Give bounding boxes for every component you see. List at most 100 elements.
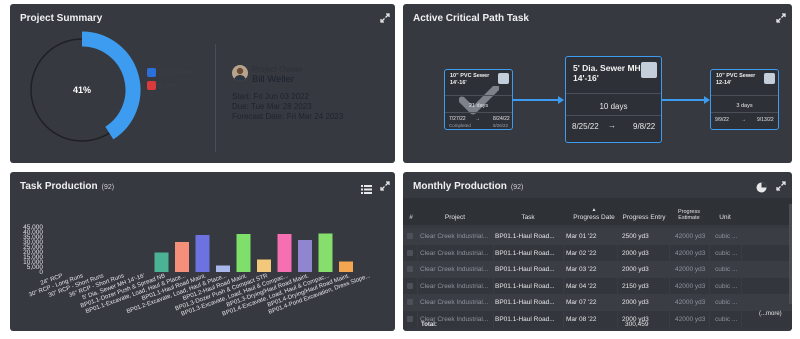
arrow-icon: → <box>475 116 480 122</box>
column-separator <box>493 261 494 279</box>
task-start: 7/27/22 <box>449 116 466 122</box>
table-cell: Mar 01 '22 <box>566 233 597 240</box>
column-separator <box>617 228 618 246</box>
column-separator <box>493 310 494 329</box>
task-duration: 21 days <box>468 103 489 109</box>
table-row[interactable]: Clear Creek Industrial... BP01.1-Haul Roa… <box>403 294 792 312</box>
entry-count: (92) <box>510 184 524 191</box>
table-cell: 42000 yd3 <box>675 233 706 240</box>
table-cell: BP01.1-Haul Road... <box>495 233 555 240</box>
table-cell: cubic ... <box>715 315 738 323</box>
table-cell: 42000 yd3 <box>675 249 706 257</box>
task-card-previous[interactable]: 10" PVC Sewer 14'-16' 21 days 7/27/22 → … <box>444 69 513 130</box>
table-row[interactable]: Clear Creek Industrial... BP01.1-Haul Roa… <box>403 277 792 296</box>
bar <box>216 265 230 272</box>
sort-asc-icon: ▲ <box>591 207 597 213</box>
bar <box>236 234 251 272</box>
task-start: 9/9/22 <box>715 117 729 123</box>
pie-chart-icon[interactable] <box>756 180 767 193</box>
table-cell: Mar 03 '22 <box>566 266 597 273</box>
column-separator <box>617 277 618 296</box>
col-progress-entry[interactable]: Progress Entry <box>617 214 671 221</box>
table-row[interactable]: Clear Creek Industrial... BP01.1-Haul Roa… <box>403 310 792 329</box>
row-select-checkbox[interactable] <box>407 249 413 256</box>
task-end: 8/24/22 <box>493 116 510 122</box>
row-select-checkbox[interactable] <box>407 299 413 305</box>
monthly-production-title-text: Monthly Production <box>413 181 507 192</box>
col-unit[interactable]: Unit <box>709 214 741 221</box>
bar <box>298 240 312 272</box>
legend-label: 1 of 34 done <box>160 69 194 76</box>
table-cell: Clear Creek Industrial... <box>420 266 489 273</box>
column-separator <box>741 228 742 246</box>
table-cell: Clear Creek Industrial... <box>420 233 489 240</box>
col-project[interactable]: Project <box>417 214 493 221</box>
row-select-checkbox[interactable] <box>407 282 413 289</box>
progress-donut: 41% <box>22 30 142 150</box>
column-separator <box>563 277 564 296</box>
expand-icon[interactable] <box>776 13 786 23</box>
y-tick-label: 0 <box>39 269 43 276</box>
owner-name: Bill Weller <box>252 74 295 85</box>
column-separator <box>741 277 742 296</box>
task-separator <box>711 112 778 113</box>
table-cell: BP01.1-Haul Road... <box>495 249 555 257</box>
table-cell: 42000 yd3 <box>675 299 706 306</box>
task-name-depth: 12-14' <box>716 80 732 86</box>
col-index[interactable]: # <box>407 214 415 221</box>
column-separator <box>709 310 710 329</box>
col-progress-date[interactable]: ▲ Progress Date <box>563 207 625 221</box>
column-separator <box>617 244 618 263</box>
total-value: 300,459 <box>625 321 649 328</box>
table-cell: BP01.1-Haul Road... <box>495 282 555 290</box>
column-separator <box>563 261 564 279</box>
table-cell: Mar 04 '22 <box>566 282 597 290</box>
row-select-checkbox[interactable] <box>407 315 413 322</box>
col-progress-estimate[interactable]: Progress Estimate <box>669 209 709 221</box>
task-duration: 3 days <box>736 103 753 109</box>
table-row[interactable]: Clear Creek Industrial... BP01.1-Haul Roa… <box>403 228 792 246</box>
dependency-arrow <box>558 96 564 104</box>
legend-item-late: 1 late <box>147 81 175 90</box>
task-card-active[interactable]: 5' Dia. Sewer MH 14'-16' 10 days 8/25/22… <box>565 56 662 143</box>
bar <box>318 233 333 272</box>
table-cell: cubic ... <box>715 266 738 273</box>
column-separator <box>493 228 494 246</box>
monthly-production-panel: Monthly Production (92) # Project Task ▲ … <box>403 172 792 331</box>
task-duration: 10 days <box>599 102 628 111</box>
assignee-avatar <box>641 62 657 78</box>
column-separator <box>669 261 670 279</box>
row-select-checkbox[interactable] <box>407 266 413 272</box>
dependency-line <box>662 99 705 101</box>
column-separator <box>563 228 564 246</box>
bar <box>339 261 353 272</box>
task-actual-end: 8/26/22 <box>493 123 509 128</box>
project-summary-panel: Project Summary 41% 1 of 34 done 1 late … <box>10 4 395 163</box>
row-select-checkbox[interactable] <box>407 233 413 239</box>
expand-icon[interactable] <box>380 13 390 23</box>
column-separator <box>709 294 710 312</box>
table-cell: 42000 yd3 <box>675 266 706 273</box>
table-cell: cubic ... <box>715 282 738 290</box>
legend-label: 1 late <box>160 82 175 89</box>
bar <box>257 259 271 272</box>
table-header: # Project Task ▲ Progress Date Progress … <box>403 198 792 225</box>
task-card-next[interactable]: 10" PVC Sewer 12-14' 3 days 9/9/22 → 9/1… <box>710 69 779 130</box>
table-row[interactable]: Clear Creek Industrial... BP01.1-Haul Roa… <box>403 244 792 263</box>
table-cell: BP01.1-Haul Road... <box>495 266 555 273</box>
column-separator <box>417 294 418 312</box>
task-separator <box>566 115 661 116</box>
column-separator <box>669 228 670 246</box>
table-row[interactable]: Clear Creek Industrial... BP01.1-Haul Roa… <box>403 261 792 279</box>
expand-icon[interactable] <box>776 181 786 191</box>
bar <box>277 234 292 272</box>
col-task[interactable]: Task <box>493 214 563 221</box>
bar <box>175 242 189 272</box>
column-separator <box>709 261 710 279</box>
more-link[interactable]: (...more) <box>759 311 782 317</box>
project-summary-title: Project Summary <box>20 13 103 24</box>
table-cell: Mar 08 '22 <box>566 315 597 323</box>
table-scrollbar[interactable] <box>789 204 792 304</box>
column-separator <box>709 228 710 246</box>
task-separator <box>711 95 778 96</box>
